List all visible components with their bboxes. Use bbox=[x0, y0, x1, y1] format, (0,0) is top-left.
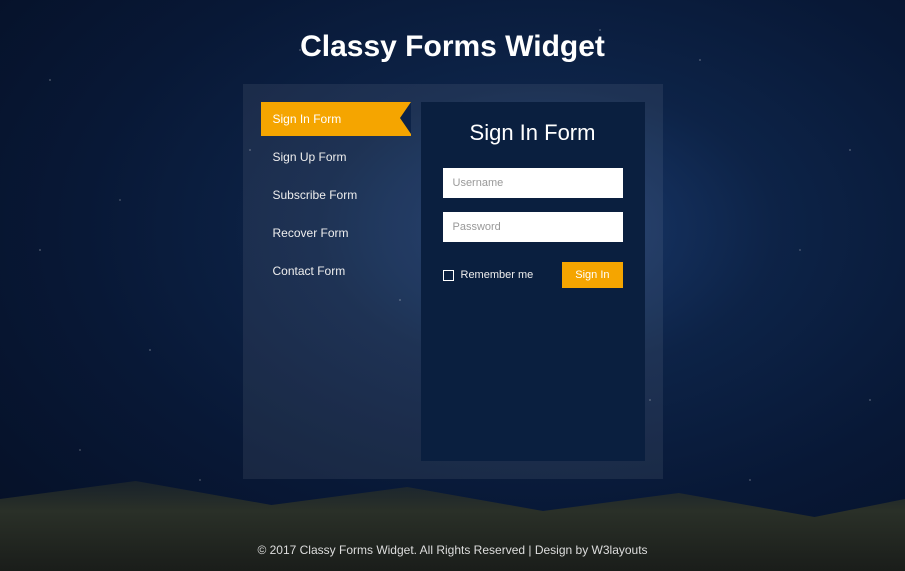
sidebar-item-signup[interactable]: Sign Up Form bbox=[261, 140, 411, 174]
remember-me-checkbox[interactable]: Remember me bbox=[443, 269, 534, 281]
checkbox-icon bbox=[443, 270, 454, 281]
sidebar-item-recover[interactable]: Recover Form bbox=[261, 216, 411, 250]
form-actions-row: Remember me Sign In bbox=[443, 262, 623, 288]
footer: © 2017 Classy Forms Widget. All Rights R… bbox=[0, 543, 905, 557]
widget-container: Sign In Form Sign Up Form Subscribe Form… bbox=[243, 84, 663, 479]
sidebar-item-label: Sign In Form bbox=[273, 112, 342, 126]
password-field[interactable] bbox=[443, 212, 623, 242]
page-title: Classy Forms Widget bbox=[0, 0, 905, 84]
signin-button[interactable]: Sign In bbox=[562, 262, 622, 288]
sidebar-item-label: Contact Form bbox=[273, 264, 346, 278]
form-sidebar: Sign In Form Sign Up Form Subscribe Form… bbox=[261, 102, 411, 461]
footer-copyright: © 2017 Classy Forms Widget. All Rights R… bbox=[257, 543, 591, 557]
remember-label: Remember me bbox=[461, 269, 534, 281]
sidebar-item-subscribe[interactable]: Subscribe Form bbox=[261, 178, 411, 212]
sidebar-item-label: Recover Form bbox=[273, 226, 349, 240]
username-field[interactable] bbox=[443, 168, 623, 198]
sidebar-item-contact[interactable]: Contact Form bbox=[261, 254, 411, 288]
sidebar-item-label: Sign Up Form bbox=[273, 150, 347, 164]
form-title: Sign In Form bbox=[443, 120, 623, 146]
signin-form-panel: Sign In Form Remember me Sign In bbox=[421, 102, 645, 461]
sidebar-item-label: Subscribe Form bbox=[273, 188, 358, 202]
footer-link[interactable]: W3layouts bbox=[592, 543, 648, 557]
sidebar-item-signin[interactable]: Sign In Form bbox=[261, 102, 411, 136]
